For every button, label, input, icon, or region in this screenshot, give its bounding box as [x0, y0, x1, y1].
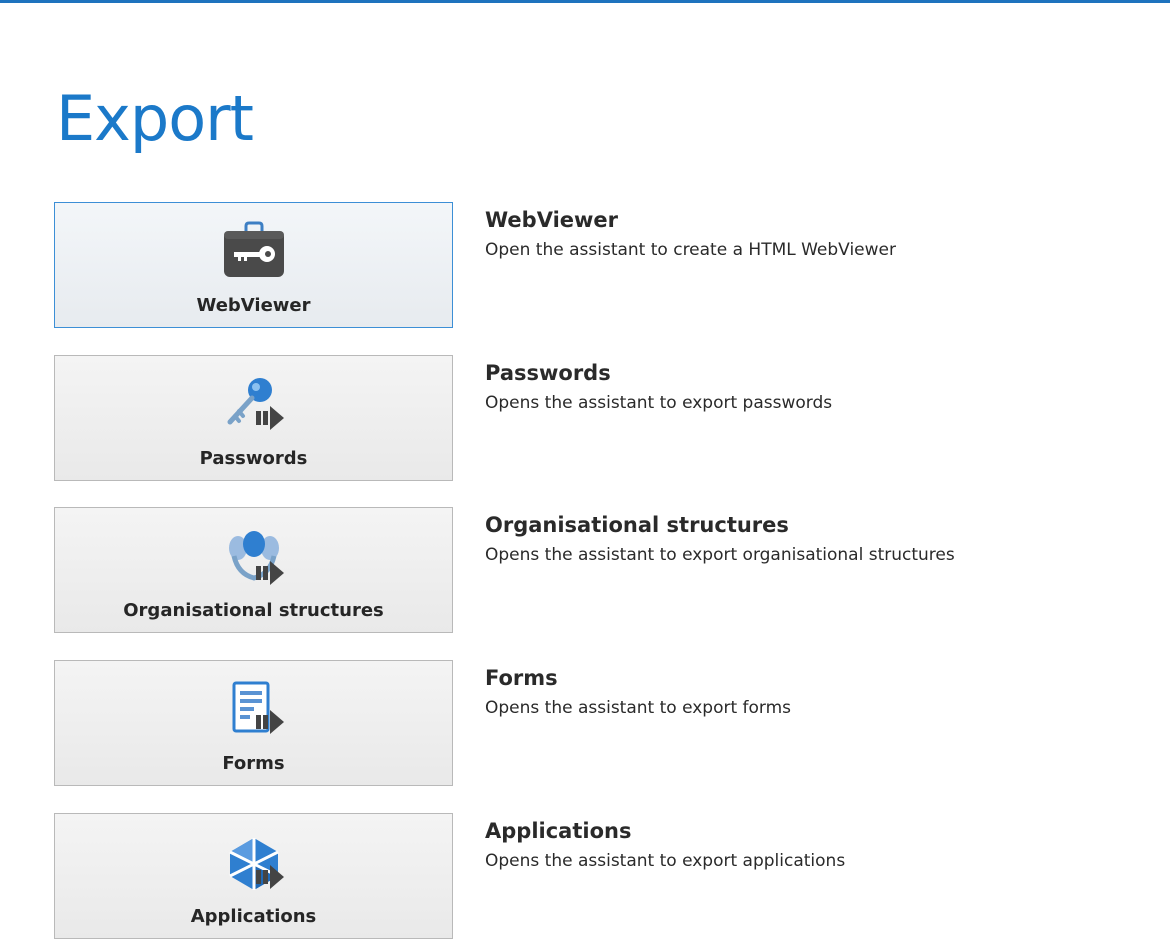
organisational-structures-heading: Organisational structures [485, 513, 789, 537]
application-export-icon [216, 832, 292, 896]
passwords-heading: Passwords [485, 361, 611, 385]
webviewer-tile-button[interactable]: WebViewer [54, 202, 453, 328]
forms-heading: Forms [485, 666, 558, 690]
organisational-structures-tile-label: Organisational structures [123, 600, 384, 621]
organisational-structures-description: Opens the assistant to export organisati… [485, 545, 955, 565]
forms-description: Opens the assistant to export forms [485, 698, 792, 718]
top-accent-line [0, 0, 1170, 3]
applications-info: Applications Opens the assistant to expo… [485, 819, 845, 871]
passwords-description: Opens the assistant to export passwords [485, 393, 833, 413]
page-title: Export [56, 82, 254, 155]
people-export-icon [216, 526, 292, 590]
export-row-webviewer: WebViewer WebViewer Open the assistant t… [54, 202, 1154, 330]
webviewer-info: WebViewer Open the assistant to create a… [485, 208, 896, 260]
passwords-tile-button[interactable]: Passwords [54, 355, 453, 481]
organisational-structures-tile-button[interactable]: Organisational structures [54, 507, 453, 633]
key-export-icon [216, 374, 292, 438]
passwords-tile-label: Passwords [199, 448, 308, 469]
export-row-passwords: Passwords Passwords Opens the assistant … [54, 355, 1154, 483]
applications-tile-label: Applications [190, 906, 317, 927]
applications-heading: Applications [485, 819, 632, 843]
export-row-forms: Forms Forms Opens the assistant to expor… [54, 660, 1154, 788]
webviewer-heading: WebViewer [485, 208, 619, 232]
forms-tile-button[interactable]: Forms [54, 660, 453, 786]
forms-tile-label: Forms [222, 753, 285, 774]
webviewer-description: Open the assistant to create a HTML WebV… [485, 240, 896, 260]
briefcase-key-icon [216, 221, 292, 285]
applications-description: Opens the assistant to export applicatio… [485, 851, 846, 871]
applications-tile-button[interactable]: Applications [54, 813, 453, 939]
export-row-applications: Applications Applications Opens the assi… [54, 813, 1154, 941]
form-export-icon [216, 679, 292, 743]
organisational-structures-info: Organisational structures Opens the assi… [485, 513, 955, 565]
forms-info: Forms Opens the assistant to export form… [485, 666, 791, 718]
export-row-organisational-structures: Organisational structures Organisational… [54, 507, 1154, 635]
passwords-info: Passwords Opens the assistant to export … [485, 361, 832, 413]
webviewer-tile-label: WebViewer [196, 295, 311, 316]
